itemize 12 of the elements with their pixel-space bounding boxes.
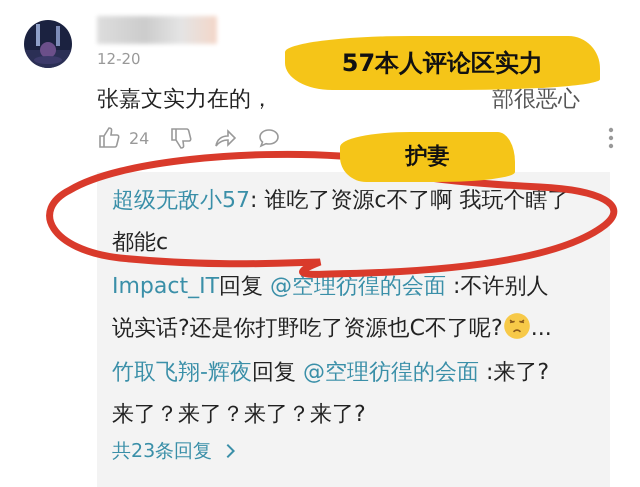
reply-text: 竹取飞翔-辉夜回复 @空理彷徨的会面 :来了?来了？来了？来了？来了?	[112, 359, 550, 429]
like-count: 24	[129, 128, 150, 148]
comment-icon[interactable]	[257, 126, 282, 150]
comment-text: 张嘉文实力在的，	[97, 86, 273, 114]
more-icon[interactable]	[608, 126, 614, 150]
highlight-label: 护妻	[340, 132, 515, 182]
chevron-icon	[224, 442, 236, 460]
thumbs-down-icon[interactable]	[169, 126, 194, 150]
more-replies-link[interactable]: 共23条回复	[112, 438, 236, 464]
comment-date: 12-20	[97, 50, 142, 68]
thumbs-up-icon[interactable]	[97, 126, 121, 150]
share-icon[interactable]	[213, 126, 238, 150]
